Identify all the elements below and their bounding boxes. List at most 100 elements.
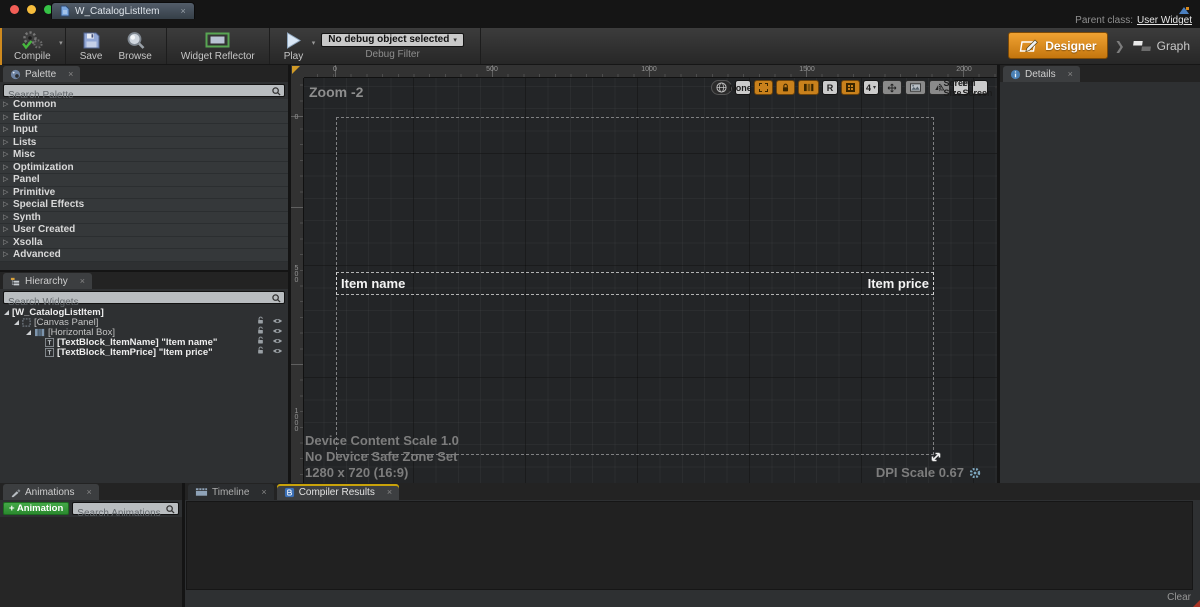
expander-open-icon[interactable]: [14, 320, 19, 325]
animations-tabbar: Animations ×: [0, 483, 182, 500]
expander-icon[interactable]: ▷: [3, 112, 8, 124]
expander-open-icon[interactable]: [4, 310, 9, 315]
grid-icon: [846, 83, 855, 92]
item-name-text[interactable]: Item name: [341, 276, 405, 291]
palette-tab-close-icon[interactable]: ×: [68, 69, 73, 79]
expander-icon[interactable]: ▷: [3, 99, 8, 111]
resize-handle-icon[interactable]: [929, 450, 943, 469]
animations-list-empty[interactable]: [0, 517, 182, 593]
expander-icon[interactable]: ▷: [3, 149, 8, 161]
grid-snap-toggle-button[interactable]: [841, 80, 860, 95]
add-animation-button[interactable]: + Animation: [3, 502, 69, 515]
expander-icon[interactable]: ▷: [3, 249, 8, 261]
save-icon: [82, 31, 101, 50]
toggle-outlines-button[interactable]: [754, 80, 773, 95]
palette-icon: [10, 69, 21, 80]
animations-search-input[interactable]: [73, 508, 178, 519]
timeline-icon: [195, 487, 208, 497]
respect-locks-button[interactable]: [798, 80, 819, 95]
compile-button[interactable]: Compile ▾: [6, 28, 59, 64]
palette-category-special-effects[interactable]: ▷Special Effects: [0, 199, 288, 212]
tree-row-canvas-panel[interactable]: [Canvas Panel]: [0, 317, 288, 327]
compile-options-caret-icon[interactable]: ▾: [59, 39, 63, 47]
horizontal-box-widget[interactable]: Item name Item price: [336, 272, 934, 295]
flow-direction-dropdown[interactable]: None▾: [735, 80, 751, 95]
expander-icon[interactable]: ▷: [3, 137, 8, 149]
palette-category-user-created[interactable]: ▷User Created: [0, 224, 288, 237]
save-button[interactable]: Save: [72, 28, 111, 64]
expander-icon[interactable]: ▷: [3, 237, 8, 249]
tab-timeline[interactable]: Timeline ×: [188, 484, 274, 500]
minimize-window-button[interactable]: [27, 5, 36, 14]
graph-mode-button[interactable]: Graph: [1132, 39, 1190, 53]
designer-viewport[interactable]: Item name Item price Device Content Scal…: [291, 65, 997, 483]
tab-palette[interactable]: Palette ×: [3, 66, 80, 82]
expander-icon[interactable]: ▷: [3, 199, 8, 211]
animations-panel: Animations × + Animation: [0, 483, 182, 607]
dpi-settings-gear-icon[interactable]: [969, 467, 981, 479]
animations-tab-close-icon[interactable]: ×: [86, 487, 91, 497]
palette-category-primitive[interactable]: ▷Primitive: [0, 187, 288, 200]
fill-screen-dropdown[interactable]: Fill Screen▾: [972, 80, 988, 95]
transform-mode-button[interactable]: [882, 80, 902, 95]
palette-category-lists[interactable]: ▷Lists: [0, 137, 288, 150]
widget-reflector-button[interactable]: Widget Reflector: [173, 28, 263, 64]
expander-open-icon[interactable]: [26, 330, 31, 335]
visibility-eye-icon[interactable]: [272, 347, 283, 358]
palette-category-xsolla[interactable]: ▷Xsolla: [0, 237, 288, 250]
palette-category-synth[interactable]: ▷Synth: [0, 212, 288, 225]
play-options-caret-icon[interactable]: ▾: [312, 39, 316, 47]
tab-hierarchy[interactable]: Hierarchy ×: [3, 273, 92, 289]
expander-icon[interactable]: ▷: [3, 187, 8, 199]
asset-tab[interactable]: W_CatalogListItem ×: [51, 2, 195, 19]
compile-gears-icon: [20, 30, 44, 50]
palette-category-panel[interactable]: ▷Panel: [0, 174, 288, 187]
play-icon: [284, 31, 302, 50]
raw-edit-toggle-button[interactable]: R: [822, 80, 838, 95]
expander-icon[interactable]: ▷: [3, 212, 8, 224]
expander-icon[interactable]: ▷: [3, 224, 8, 236]
palette-category-misc[interactable]: ▷Misc: [0, 149, 288, 162]
tab-compiler-results[interactable]: Compiler Results ×: [277, 484, 399, 500]
tree-row-textblock-itemprice[interactable]: [TextBlock_ItemPrice] "Item price": [0, 347, 288, 357]
designer-mode-button[interactable]: Designer: [1008, 32, 1107, 59]
details-body-empty: [1000, 82, 1200, 483]
window-resize-grip[interactable]: [1193, 600, 1200, 607]
animations-tab-label: Animations: [25, 487, 74, 498]
clear-button[interactable]: Clear: [1167, 592, 1191, 603]
tree-row-textblock-itemname[interactable]: [TextBlock_ItemName] "Item name": [0, 337, 288, 347]
tree-row-root[interactable]: [W_CatalogListItem]: [0, 307, 288, 317]
asset-tab-close-icon[interactable]: ×: [180, 6, 185, 16]
item-price-text[interactable]: Item price: [868, 276, 929, 291]
lock-widgets-button[interactable]: [776, 80, 795, 95]
palette-category-editor[interactable]: ▷Editor: [0, 112, 288, 125]
expander-icon[interactable]: ▷: [3, 124, 8, 136]
palette-category-input[interactable]: ▷Input: [0, 124, 288, 137]
grid-snap-size-dropdown[interactable]: 4▾: [863, 80, 879, 95]
palette-category-optimization[interactable]: ▷Optimization: [0, 162, 288, 175]
parent-class-link[interactable]: User Widget: [1137, 15, 1192, 26]
tab-animations[interactable]: Animations ×: [3, 484, 99, 500]
debug-filter-label: Debug Filter: [365, 49, 419, 60]
tab-details[interactable]: Details ×: [1003, 66, 1080, 82]
timeline-tab-close-icon[interactable]: ×: [261, 487, 266, 497]
preview-background-button[interactable]: [905, 80, 926, 95]
details-tab-close-icon[interactable]: ×: [1068, 69, 1073, 79]
close-window-button[interactable]: [10, 5, 19, 14]
expander-icon[interactable]: ▷: [3, 174, 8, 186]
compiler-results-output[interactable]: [186, 501, 1193, 590]
lock-icon[interactable]: [256, 346, 265, 358]
browse-button[interactable]: Browse: [110, 28, 159, 64]
browse-label: Browse: [118, 51, 151, 62]
parent-class-label: Parent class:: [1075, 15, 1133, 26]
palette-category-advanced[interactable]: ▷Advanced: [0, 249, 288, 262]
editor-mode-switcher: Designer ❯ Graph: [1008, 32, 1190, 59]
hierarchy-tab-close-icon[interactable]: ×: [80, 276, 85, 286]
hierarchy-searchbox: [3, 291, 285, 304]
compiler-results-tab-close-icon[interactable]: ×: [387, 487, 392, 497]
play-button[interactable]: Play ▾: [276, 28, 311, 64]
palette-category-common[interactable]: ▷Common: [0, 99, 288, 112]
tree-row-horizontal-box[interactable]: [Horizontal Box]: [0, 327, 288, 337]
debug-object-dropdown[interactable]: No debug object selected ▾: [321, 33, 464, 47]
expander-icon[interactable]: ▷: [3, 162, 8, 174]
